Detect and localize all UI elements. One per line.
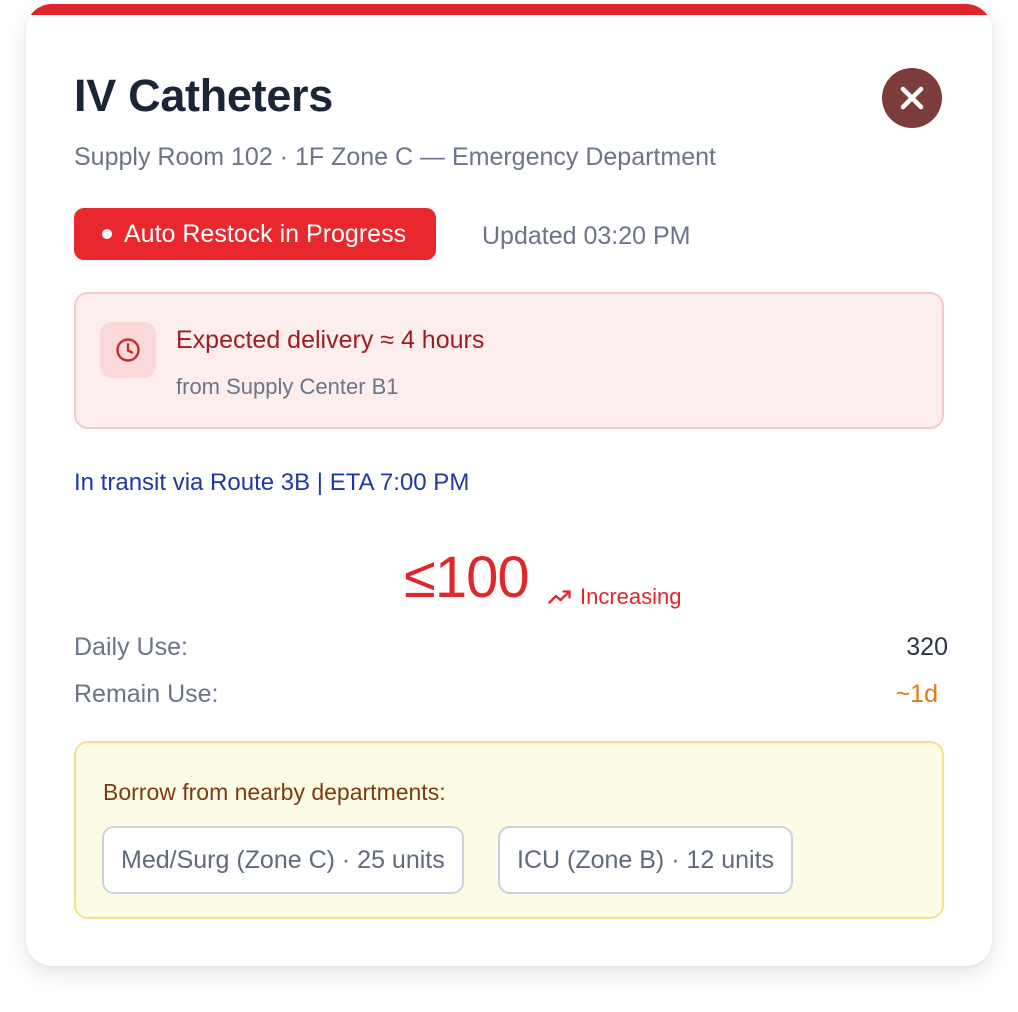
status-badge-label: Auto Restock in Progress [124, 219, 407, 248]
borrow-option-med-surg[interactable]: Med/Surg (Zone C) · 25 units [102, 826, 464, 894]
clock-icon [116, 338, 140, 362]
status-dot-icon [102, 229, 112, 239]
close-button[interactable] [882, 68, 942, 128]
clock-icon-tile [100, 322, 156, 378]
stock-trend: Increasing [548, 584, 682, 610]
trending-up-icon [548, 590, 571, 604]
borrow-option-icu[interactable]: ICU (Zone B) · 12 units [498, 826, 794, 894]
item-location: Supply Room 102 · 1F Zone C — Emergency … [74, 143, 716, 171]
status-badge: Auto Restock in Progress [74, 208, 437, 260]
supply-detail-card: IV Catheters Supply Room 102 · 1F Zone C… [26, 4, 992, 966]
delivery-eta: Expected delivery ≈ 4 hours [176, 326, 485, 354]
card-accent-bar [26, 4, 992, 15]
updated-timestamp: Updated 03:20 PM [482, 222, 691, 250]
borrow-panel: Borrow from nearby departments: Med/Surg… [74, 741, 944, 919]
borrow-title: Borrow from nearby departments: [103, 779, 446, 805]
transit-info: In transit via Route 3B | ETA 7:00 PM [74, 469, 470, 496]
stock-level: ≤100 [404, 545, 530, 610]
daily-use-label: Daily Use: [74, 633, 188, 661]
stock-trend-label: Increasing [580, 584, 682, 609]
item-title: IV Catheters [74, 70, 333, 121]
delivery-info-panel: Expected delivery ≈ 4 hours from Supply … [74, 292, 944, 429]
delivery-source: from Supply Center B1 [176, 374, 399, 399]
remain-use-label: Remain Use: [74, 680, 219, 708]
remain-use-value: ~1d [895, 680, 938, 708]
close-icon [900, 86, 924, 110]
daily-use-value: 320 [906, 633, 948, 661]
